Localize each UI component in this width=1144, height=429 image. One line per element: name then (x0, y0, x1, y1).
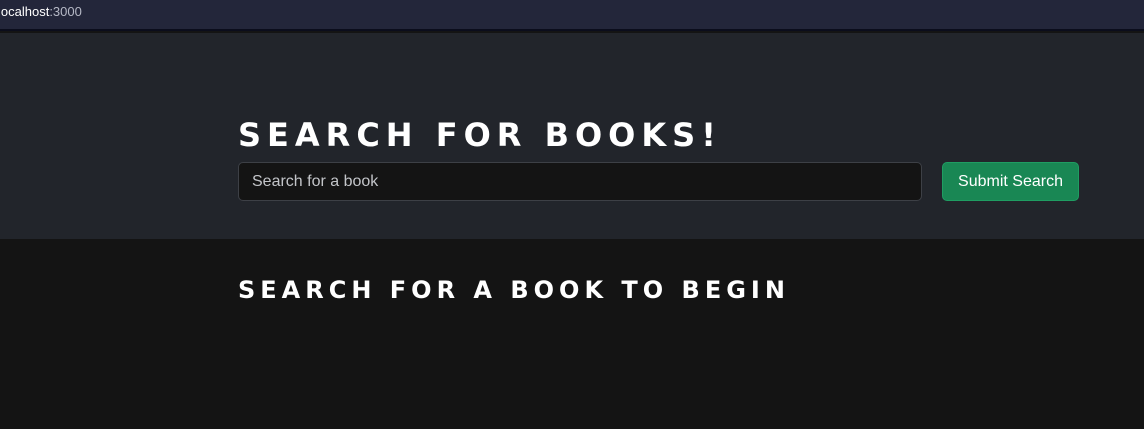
browser-address-bar[interactable]: localhost:3000 (0, 0, 1144, 31)
search-input[interactable] (238, 162, 922, 201)
results-section: SEARCH FOR A BOOK TO BEGIN (0, 239, 1144, 429)
url-port: :3000 (49, 4, 82, 19)
url-host: localhost (0, 4, 50, 19)
url-text[interactable]: localhost:3000 (0, 4, 82, 19)
submit-search-button[interactable]: Submit Search (942, 162, 1079, 201)
search-hero: SEARCH FOR BOOKS! Submit Search (0, 33, 1144, 239)
page-title: SEARCH FOR BOOKS! (238, 116, 722, 154)
results-empty-message: SEARCH FOR A BOOK TO BEGIN (238, 276, 790, 304)
